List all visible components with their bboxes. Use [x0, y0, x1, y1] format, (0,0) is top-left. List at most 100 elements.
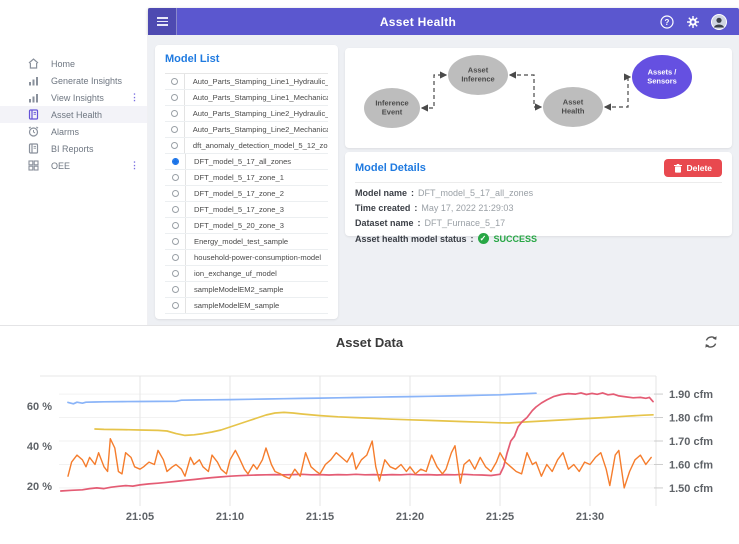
model-radio-button[interactable]: [171, 158, 179, 165]
diagram-connector: [603, 73, 632, 111]
model-list-item[interactable]: sampleModelEM2_sample: [165, 282, 328, 298]
model-name-label: DFT_model_5_17_zone_3: [194, 205, 284, 214]
asset-flow-diagram: Inference Event Asset Inference Asset Health A…: [364, 55, 692, 128]
sidebar-item-label: Alarms: [51, 126, 80, 137]
sidebar-item-label: BI Reports: [51, 143, 94, 154]
chart-series-line-orange: [67, 437, 652, 489]
help-icon[interactable]: ?: [659, 14, 675, 30]
model-name-label: Auto_Parts_Stamping_Line2_MechanicalP: [192, 125, 328, 134]
model-radio-button[interactable]: [170, 78, 178, 85]
sidebar-item-view-insights[interactable]: View Insights ⋮: [0, 89, 147, 106]
model-radio-button[interactable]: [170, 94, 178, 101]
model-radio-button[interactable]: [171, 254, 179, 261]
diagram-node-inference-event[interactable]: Inference Event: [364, 88, 420, 128]
sidebar-item-label: View Insights: [51, 92, 104, 103]
kebab-menu-icon[interactable]: ⋮: [130, 161, 139, 170]
check-icon: ✓: [477, 233, 489, 244]
model-name-label: Auto_Parts_Stamping_Line2_Hydraulic_sa: [192, 109, 328, 118]
sidebar-item-bi-reports[interactable]: BI Reports: [0, 140, 147, 157]
asset-health-page: Asset Health ? Home Generate Insights View…: [0, 0, 739, 544]
model-list-item[interactable]: DFT_model_5_17_zone_3: [165, 202, 328, 218]
model-list-item[interactable]: DFT_model_5_17_zone_1: [165, 170, 328, 186]
model-list-item[interactable]: DFT_model_5_17_zone_2: [165, 186, 328, 202]
model-radio-button[interactable]: [171, 222, 179, 229]
model-radio-button[interactable]: [171, 286, 179, 293]
asset-flow-diagram-panel: Inference Event Asset Inference Asset Health A…: [345, 48, 732, 148]
svg-text:?: ?: [665, 18, 670, 27]
diagram-node-asset-inference[interactable]: Asset Inference: [448, 55, 508, 95]
model-list-item[interactable]: Auto_Parts_Stamping_Line2_Hydraulic_sa: [165, 106, 328, 122]
sidebar-item-label: Generate Insights: [51, 75, 123, 86]
model-radio-button[interactable]: [170, 142, 178, 149]
x-axis-tick-label: 21:25: [486, 511, 514, 523]
model-radio-button[interactable]: [170, 126, 178, 133]
model-list-item[interactable]: Energy_model_test_sample: [165, 234, 328, 250]
model-radio-button[interactable]: [171, 190, 179, 197]
model-list-title: Model List: [165, 53, 220, 65]
model-list-item[interactable]: dft_anomaly_detection_model_5_12_zone: [165, 138, 328, 154]
model-list-item[interactable]: Auto_Parts_Stamping_Line2_MechanicalP: [165, 122, 328, 138]
diagram-node-asset-health[interactable]: Asset Health: [543, 87, 603, 127]
diagram-node-assets-sensors[interactable]: Assets / Sensors: [632, 55, 692, 99]
model-name-label: sampleModelEM_sample: [194, 301, 280, 310]
kebab-menu-icon[interactable]: ⋮: [130, 93, 139, 102]
model-name-label: household-power-consumption-model: [194, 253, 322, 262]
model-radio-button[interactable]: [171, 238, 179, 245]
sidebar: Home Generate Insights View Insights ⋮ Asset…: [0, 35, 148, 325]
sidebar-item-asset-health[interactable]: Asset Health: [0, 106, 147, 123]
sidebar-item-label: Asset Health: [51, 109, 103, 120]
app-header: Asset Health ?: [148, 8, 739, 35]
model-list-item[interactable]: Auto_Parts_Stamping_Line1_Hydraulic_sa: [165, 74, 328, 90]
model-name-label: Auto_Parts_Stamping_Line1_MechanicalP: [192, 93, 328, 102]
sidebar-item-home[interactable]: Home: [0, 55, 147, 72]
model-name-label: DFT_model_5_17_zone_1: [194, 173, 284, 182]
left-axis-tick-label: 20 %: [27, 481, 52, 493]
user-avatar[interactable]: [711, 13, 727, 30]
model-list-item[interactable]: sampleModelEM_sample: [165, 298, 328, 314]
book-icon: [28, 109, 40, 121]
model-list-item[interactable]: Auto_Parts_Stamping_Line1_MechanicalP: [165, 90, 328, 106]
model-radio-button[interactable]: [171, 302, 179, 309]
x-axis-tick-label: 21:30: [576, 511, 604, 523]
model-name-label: DFT_model_5_20_zone_3: [194, 221, 284, 230]
model-name-label: ion_exchange_uf_model: [194, 269, 277, 278]
alarm-clock-icon: [28, 126, 40, 138]
model-list-item[interactable]: household-power-consumption-model: [165, 250, 328, 266]
settings-gear-icon[interactable]: [685, 14, 701, 30]
sidebar-item-oee[interactable]: OEE ⋮: [0, 157, 147, 174]
model-list-item[interactable]: ion_exchange_uf_model: [165, 266, 328, 282]
model-radio-button[interactable]: [171, 206, 179, 213]
right-axis-tick-label: 1.50 cfm: [669, 483, 713, 495]
sidebar-item-generate-insights[interactable]: Generate Insights: [0, 72, 147, 89]
bar-chart-icon: [28, 92, 40, 104]
detail-field-row: Dataset name: DFT_Furnace_5_17: [355, 218, 506, 228]
model-list-item[interactable]: DFT_model_5_17_all_zones: [165, 154, 328, 170]
hamburger-menu-button[interactable]: [148, 8, 177, 35]
main-content: Model List Auto_Parts_Stamping_Line1_Hyd…: [148, 35, 739, 325]
x-axis-tick-label: 21:20: [396, 511, 424, 523]
detail-field-value: May 17, 2022 21:29:03: [421, 203, 514, 213]
asset-data-title: Asset Data: [335, 335, 404, 350]
delete-button[interactable]: Delete: [664, 159, 722, 177]
model-list-panel: Model List Auto_Parts_Stamping_Line1_Hyd…: [155, 45, 338, 319]
refresh-icon[interactable]: [703, 334, 719, 350]
model-radio-button[interactable]: [170, 110, 178, 117]
model-list: Auto_Parts_Stamping_Line1_Hydraulic_sa Au…: [165, 73, 328, 314]
model-list-item[interactable]: DFT_model_5_20_zone_3: [165, 218, 328, 234]
model-radio-button[interactable]: [171, 174, 179, 181]
detail-field-value: DFT_Furnace_5_17: [424, 218, 506, 228]
right-axis-tick-label: 1.80 cfm: [669, 413, 713, 425]
model-name-label: Energy_model_test_sample: [194, 237, 289, 246]
x-axis-tick-label: 21:10: [216, 511, 244, 523]
model-details-fields: Model name: DFT_model_5_17_all_zones Time …: [355, 188, 722, 244]
sidebar-item-alarms[interactable]: Alarms: [0, 123, 147, 140]
model-name-label: Auto_Parts_Stamping_Line1_Hydraulic_sa: [192, 77, 328, 86]
detail-field-label: Asset health model status: [355, 233, 467, 244]
chart-series-line-red: [59, 392, 654, 492]
model-details-title: Model Details: [355, 162, 426, 174]
left-axis-tick-label: 60 %: [27, 401, 52, 413]
diagram-connector: [508, 71, 543, 111]
asset-data-panel: Asset Data 20 % 40 % 60 % 1.50 cfm 1.60 cfm 1…: [0, 325, 739, 544]
right-axis-tick-label: 1.60 cfm: [669, 459, 713, 471]
model-radio-button[interactable]: [171, 270, 179, 277]
